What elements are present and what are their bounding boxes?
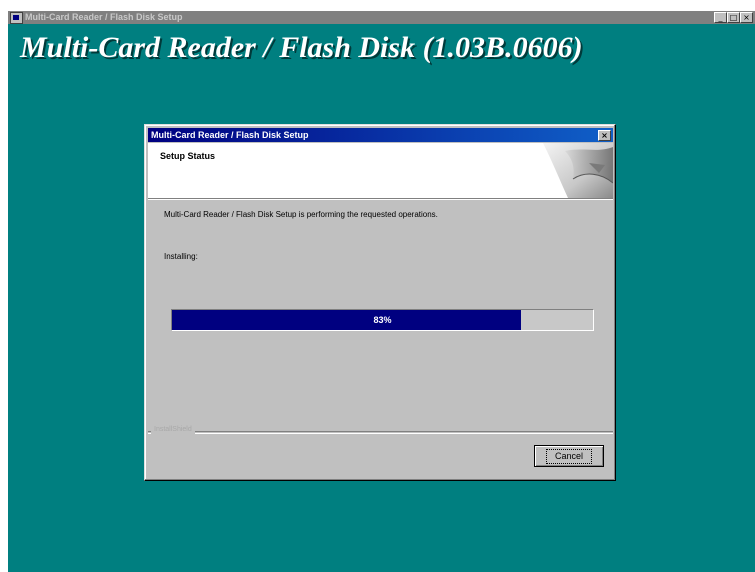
install-progress-bar: 83%: [171, 309, 594, 331]
setup-window-titlebar[interactable]: Multi-Card Reader / Flash Disk Setup _ □…: [8, 11, 755, 24]
dialog-close-button[interactable]: ×: [598, 130, 611, 141]
installing-label: Installing:: [164, 252, 198, 261]
installshield-label: InstallShield: [151, 425, 195, 435]
cancel-button[interactable]: Cancel: [534, 445, 604, 467]
dialog-title: Multi-Card Reader / Flash Disk Setup: [151, 130, 309, 140]
dialog-titlebar[interactable]: Multi-Card Reader / Flash Disk Setup ×: [148, 128, 613, 142]
setup-window-title: Multi-Card Reader / Flash Disk Setup: [25, 12, 183, 22]
page-curl-icon: [543, 143, 613, 198]
minimize-button[interactable]: _: [714, 12, 727, 23]
setup-status-dialog: Multi-Card Reader / Flash Disk Setup × S…: [144, 124, 616, 481]
close-button[interactable]: ×: [740, 12, 753, 23]
dialog-header: Setup Status: [148, 143, 613, 199]
status-message: Multi-Card Reader / Flash Disk Setup is …: [164, 210, 438, 219]
cancel-button-label: Cancel: [545, 448, 592, 464]
footer-divider: [148, 431, 613, 434]
header-divider: [148, 199, 613, 200]
progress-percent: 83%: [373, 315, 392, 325]
header-title: Setup Status: [160, 151, 216, 161]
banner-title: Multi-Card Reader / Flash Disk (1.03B.06…: [20, 31, 583, 64]
maximize-button[interactable]: □: [727, 12, 740, 23]
window-controls: _ □ ×: [714, 12, 753, 23]
setup-app-icon: [10, 12, 23, 24]
